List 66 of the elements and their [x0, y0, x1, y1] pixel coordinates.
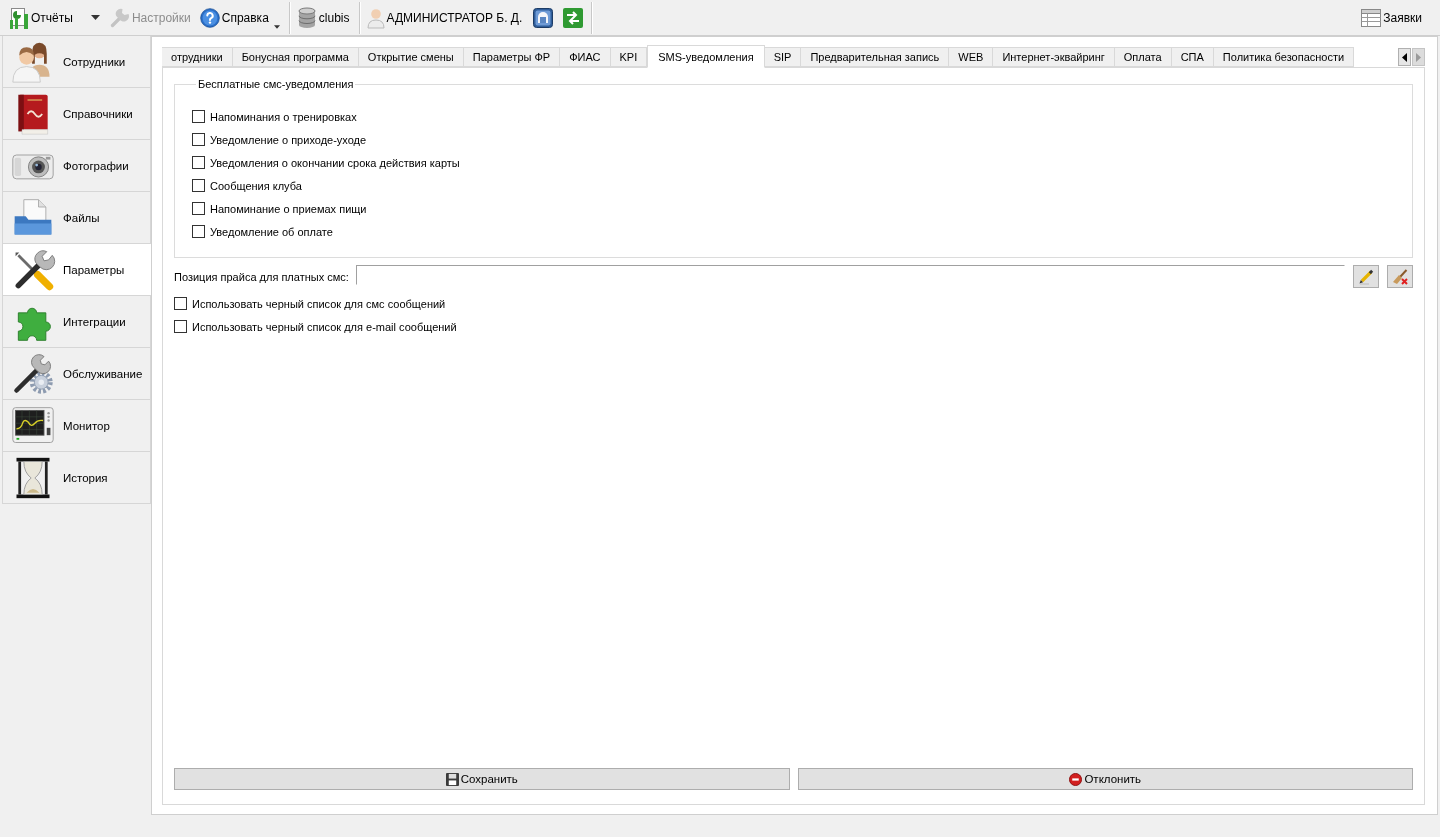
sidebar-item[interactable]: Обслуживание — [2, 348, 151, 400]
right-triangle-icon — [1416, 52, 1421, 62]
tab[interactable]: Оплата — [1114, 47, 1172, 67]
tab[interactable]: Открытие смены — [358, 47, 464, 67]
save-button[interactable]: Сохранить — [174, 768, 790, 790]
menu-button[interactable]: Справка — [196, 3, 283, 32]
checkbox-label[interactable]: Уведомление о приходе-уходе — [210, 133, 367, 146]
checkbox-label[interactable]: Использовать черный список для смс сообщений — [192, 297, 446, 310]
checkbox[interactable] — [174, 320, 187, 333]
tab[interactable]: Интернет-эквайринг — [993, 47, 1115, 67]
checkbox[interactable] — [192, 133, 205, 146]
toolbar-button[interactable]: АДМИНИСТРАТОР Б. Д. — [363, 3, 526, 32]
caret-icon — [273, 24, 280, 29]
sidebar-item[interactable]: История — [2, 452, 151, 504]
help-icon — [199, 7, 220, 28]
checkbox[interactable] — [192, 225, 205, 238]
pencil-icon — [1358, 268, 1374, 285]
wrench-icon — [109, 7, 130, 28]
user-icon — [366, 6, 385, 29]
tab[interactable]: отрудники — [162, 47, 233, 67]
checkbox-label[interactable]: Использовать черный список для e-mail сообщений — [192, 320, 457, 333]
field-label: Позиция прайса для платных смс: — [174, 270, 349, 283]
clear-button[interactable] — [1387, 265, 1413, 288]
toolbar-button[interactable]: clubis — [293, 3, 353, 32]
checkbox-label[interactable]: Уведомление об оплате — [210, 225, 333, 238]
sidebar-item[interactable]: Параметры — [2, 244, 152, 296]
tab[interactable]: СПА — [1171, 47, 1214, 67]
cancel-button[interactable]: Отклонить — [797, 768, 1413, 790]
tab[interactable]: Политика безопасности — [1213, 47, 1355, 67]
checkbox[interactable] — [192, 179, 205, 192]
left-triangle-icon — [1402, 52, 1407, 62]
tab[interactable]: KPI — [610, 47, 648, 67]
checkbox[interactable] — [192, 202, 205, 215]
database-icon — [296, 6, 317, 29]
sidebar-item[interactable]: Файлы — [2, 192, 151, 244]
table-icon — [1361, 8, 1382, 27]
checkbox-label[interactable]: Уведомления о окончании срока действия карты — [210, 156, 460, 169]
tab[interactable]: WEB — [949, 47, 994, 67]
sidebar-item[interactable]: Сотрудники — [2, 36, 151, 88]
checkbox[interactable] — [192, 110, 205, 123]
tab[interactable]: ФИАС — [560, 47, 611, 67]
lock-icon[interactable] — [533, 7, 554, 28]
checkbox-label[interactable]: Напоминание о приемах пищи — [210, 202, 367, 215]
sidebar-item[interactable]: Справочники — [2, 88, 151, 140]
arrows-icon[interactable] — [563, 7, 584, 28]
bar-chart-icon — [9, 6, 29, 29]
stop-icon — [1069, 772, 1083, 786]
broom-icon — [1392, 268, 1408, 285]
tab[interactable]: Предварительная запись — [801, 47, 950, 67]
checkbox[interactable] — [192, 156, 205, 169]
edit-button[interactable] — [1353, 265, 1379, 288]
caret-icon — [90, 15, 100, 20]
checkbox[interactable] — [174, 297, 187, 310]
toolbar-button[interactable]: Отчёты — [6, 3, 76, 32]
checkbox-label[interactable]: Сообщения клуба — [210, 179, 302, 192]
tab[interactable]: SMS-уведомления — [647, 45, 765, 68]
sidebar-item[interactable]: Монитор — [2, 400, 151, 452]
tab[interactable]: Бонусная программа — [232, 47, 359, 67]
group-title: Бесплатные смс-уведомления — [197, 77, 355, 91]
tab-scroll-button[interactable] — [1398, 48, 1411, 66]
sidebar-item[interactable]: Интеграции — [2, 296, 151, 348]
toolbar-button[interactable]: Заявки — [1358, 3, 1425, 32]
tab[interactable]: Параметры ФР — [463, 47, 561, 67]
sidebar-item[interactable]: Фотографии — [2, 140, 151, 192]
checkbox-label[interactable]: Напоминания о тренировках — [210, 110, 357, 123]
tab[interactable]: SIP — [764, 47, 802, 67]
